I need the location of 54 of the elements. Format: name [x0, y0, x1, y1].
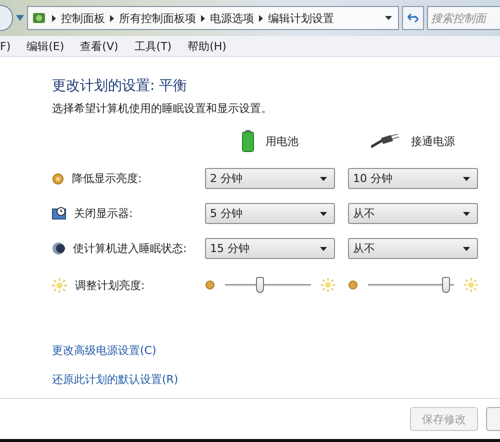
menu-item[interactable]: F)	[0, 40, 11, 52]
link[interactable]: 还原此计划的默认设置(R)	[52, 372, 178, 387]
setting-label: 关闭显示器:	[74, 206, 133, 221]
sun-icon	[464, 278, 478, 292]
dim-sun-icon	[348, 280, 358, 290]
search-field[interactable]: 搜索控制面	[427, 6, 500, 30]
caret-icon	[320, 176, 327, 180]
battery-icon	[242, 130, 254, 152]
page-heading: 更改计划的设置: 平衡	[52, 77, 188, 95]
dropdown[interactable]: 从不	[348, 238, 478, 259]
dim-sun-icon	[52, 172, 64, 184]
power-plug-icon	[371, 134, 399, 148]
dropdown[interactable]: 2 分钟	[205, 168, 335, 189]
control-panel-icon	[31, 10, 47, 26]
caret-icon	[463, 246, 470, 250]
breadcrumb[interactable]: 控制面板	[61, 10, 105, 26]
sun-icon	[321, 278, 335, 292]
back-button[interactable]	[0, 5, 13, 31]
refresh-icon	[406, 12, 420, 24]
slider-thumb[interactable]	[256, 277, 264, 293]
column-header: 接通电源	[411, 134, 455, 148]
menu-item[interactable]: 工具(T)	[134, 38, 172, 54]
caret-icon	[320, 212, 327, 216]
chevron-icon[interactable]	[110, 14, 114, 22]
dropdown-arrow-icon[interactable]	[385, 16, 392, 20]
refresh-button[interactable]	[402, 6, 424, 30]
caret-icon	[463, 212, 470, 216]
monitor-clock-icon	[52, 207, 66, 220]
caret-icon	[463, 176, 470, 180]
setting-label: 降低显示亮度:	[72, 171, 142, 186]
dim-sun-icon	[205, 280, 215, 290]
breadcrumb[interactable]: 编辑计划设置	[268, 10, 334, 26]
dropdown[interactable]: 15 分钟	[205, 238, 335, 259]
menu-item[interactable]: 查看(V)	[80, 38, 118, 54]
moon-icon	[52, 242, 65, 255]
description: 选择希望计算机使用的睡眠设置和显示设置。	[52, 101, 273, 116]
column-header: 用电池	[266, 134, 298, 148]
chevron-icon[interactable]	[259, 14, 263, 22]
address-bar[interactable]: 控制面板 所有控制面板项 电源选项 编辑计划设置	[27, 6, 399, 30]
chevron-icon[interactable]	[201, 14, 205, 22]
chevron-icon[interactable]	[52, 14, 56, 22]
caret-icon	[320, 246, 327, 250]
link[interactable]: 更改高级电源设置(C)	[52, 343, 156, 358]
slider-thumb[interactable]	[442, 277, 450, 293]
breadcrumb[interactable]: 所有控制面板项	[119, 10, 196, 26]
dropdown[interactable]: 从不	[348, 203, 478, 224]
dropdown[interactable]: 10 分钟	[348, 168, 478, 189]
breadcrumb[interactable]: 电源选项	[210, 10, 254, 26]
sun-icon	[52, 278, 67, 292]
setting-label: 使计算机进入睡眠状态:	[73, 241, 187, 256]
menu-item[interactable]: 帮助(H)	[188, 38, 226, 54]
dropdown[interactable]: 5 分钟	[205, 203, 335, 224]
menu-item[interactable]: 编辑(E)	[26, 38, 64, 54]
setting-label: 调整计划亮度:	[75, 278, 145, 292]
